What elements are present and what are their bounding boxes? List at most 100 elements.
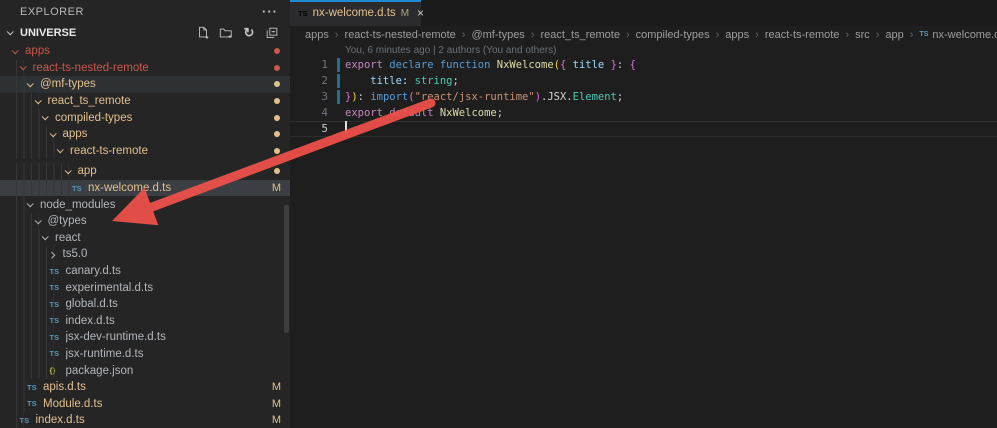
code-line-1[interactable]: 1export declare function NxWelcome({ tit… bbox=[290, 57, 997, 73]
code-line-2[interactable]: 2 title: string; bbox=[290, 73, 997, 89]
typescript-file-icon: TS bbox=[20, 416, 36, 425]
breadcrumb-separator: › bbox=[845, 29, 849, 41]
tab-nx-welcome[interactable]: TS nx-welcome.d.ts M × bbox=[290, 0, 421, 26]
tree-item-nx-welcome.d.ts[interactable]: TSnx-welcome.d.tsM bbox=[0, 180, 290, 197]
tree-item-canary.d.ts[interactable]: TScanary.d.ts bbox=[0, 263, 290, 280]
tab-bar: TS nx-welcome.d.ts M × bbox=[290, 0, 997, 26]
git-modified-dot bbox=[274, 148, 280, 154]
new-folder-icon[interactable] bbox=[218, 25, 234, 41]
tree-item-index.d.ts[interactable]: TSindex.d.ts bbox=[0, 313, 290, 330]
chevron-down-icon bbox=[27, 200, 34, 207]
breadcrumb-item-@mf-types[interactable]: @mf-types bbox=[471, 29, 524, 41]
chevron-down-icon bbox=[7, 28, 14, 35]
tree-item-label: index.d.ts bbox=[36, 414, 85, 426]
workspace-section-header[interactable]: UNIVERSE ↻ bbox=[0, 22, 290, 43]
chevron-down-icon bbox=[64, 167, 71, 174]
git-modified-dot bbox=[274, 98, 280, 104]
tree-item-react-ts-remote[interactable]: react-ts-remote bbox=[0, 143, 290, 160]
tree-item-label: apis.d.ts bbox=[43, 381, 86, 393]
chevron-down-icon bbox=[19, 64, 26, 71]
json-file-icon: {} bbox=[50, 366, 66, 375]
line-number: 4 bbox=[290, 105, 328, 121]
git-modified-dot bbox=[274, 115, 280, 121]
tree-item-global.d.ts[interactable]: TSglobal.d.ts bbox=[0, 296, 290, 313]
breadcrumb-item-compiled-types[interactable]: compiled-types bbox=[636, 29, 710, 41]
tree-item-@types[interactable]: @types bbox=[0, 213, 290, 230]
tree-item-label: react-ts-nested-remote bbox=[33, 62, 149, 74]
tree-item-react-ts-nested-remote[interactable]: react-ts-nested-remote bbox=[0, 60, 290, 77]
code-text: export default NxWelcome; bbox=[328, 105, 503, 121]
editor-panel: TS nx-welcome.d.ts M × apps › react-ts-nes… bbox=[290, 0, 997, 428]
breadcrumb-item-react_ts_remote[interactable]: react_ts_remote bbox=[540, 29, 619, 41]
tree-item-label: jsx-dev-runtime.d.ts bbox=[66, 331, 166, 343]
tree-item-label: app bbox=[78, 165, 97, 177]
tree-item-package.json[interactable]: {}package.json bbox=[0, 362, 290, 379]
tree-item-apps[interactable]: apps bbox=[0, 126, 290, 143]
tree-item-node_modules[interactable]: node_modules bbox=[0, 196, 290, 213]
git-modified-dot bbox=[274, 131, 280, 137]
tree-item-label: package.json bbox=[66, 365, 134, 377]
typescript-file-icon: TS bbox=[50, 300, 66, 309]
tree-item-index.d.ts[interactable]: TSindex.d.tsM bbox=[0, 412, 290, 428]
code-line-4[interactable]: 4export default NxWelcome; bbox=[290, 105, 997, 121]
tree-item-label: @mf-types bbox=[40, 78, 96, 90]
chevron-down-icon bbox=[49, 130, 56, 137]
tree-item-compiled-types[interactable]: compiled-types bbox=[0, 109, 290, 126]
breadcrumb-item-src[interactable]: src bbox=[855, 29, 870, 41]
breadcrumb-item-react-ts-remote[interactable]: react-ts-remote bbox=[765, 29, 840, 41]
git-modified-badge: M bbox=[272, 381, 281, 393]
breadcrumb-item-nx-welcome.d.ts[interactable]: nx-welcome.d.ts bbox=[932, 29, 997, 41]
tree-item-label: react_ts_remote bbox=[48, 95, 131, 107]
tree-item-Module.d.ts[interactable]: TSModule.d.tsM bbox=[0, 395, 290, 412]
text-cursor bbox=[345, 121, 347, 134]
code-lines: 1export declare function NxWelcome({ tit… bbox=[290, 57, 997, 137]
new-file-icon[interactable] bbox=[195, 25, 211, 41]
gutter-modified-indicator bbox=[337, 58, 340, 72]
code-line-3[interactable]: 3}): import("react/jsx-runtime").JSX.Ele… bbox=[290, 89, 997, 105]
tree-item-apis.d.ts[interactable]: TSapis.d.ts M bbox=[0, 379, 290, 396]
breadcrumb-item-apps[interactable]: apps bbox=[305, 29, 329, 41]
line-number: 3 bbox=[290, 89, 328, 105]
breadcrumb-separator: › bbox=[531, 29, 535, 41]
more-actions-icon[interactable]: ··· bbox=[262, 7, 278, 17]
breadcrumb-item-react-ts-nested-remote[interactable]: react-ts-nested-remote bbox=[345, 29, 456, 41]
tree-item-jsx-runtime.d.ts[interactable]: TSjsx-runtime.d.ts bbox=[0, 346, 290, 363]
collapse-all-icon[interactable] bbox=[264, 25, 280, 41]
tree-item-react[interactable]: react bbox=[0, 230, 290, 247]
explorer-header: EXPLORER ··· bbox=[0, 0, 290, 22]
tree-item-@mf-types[interactable]: @mf-types bbox=[0, 76, 290, 93]
chevron-down-icon bbox=[42, 234, 49, 241]
tab-title: nx-welcome.d.ts bbox=[313, 7, 396, 19]
sidebar-scrollbar-thumb[interactable] bbox=[284, 205, 289, 333]
breadcrumb: apps › react-ts-nested-remote › @mf-types › re… bbox=[290, 26, 997, 43]
tree-item-label: react-ts-remote bbox=[70, 145, 148, 157]
breadcrumb-item-app[interactable]: app bbox=[885, 29, 903, 41]
tree-item-label: react bbox=[55, 232, 81, 244]
tree-item-react_ts_remote[interactable]: react_ts_remote bbox=[0, 93, 290, 110]
breadcrumb-separator: › bbox=[335, 29, 339, 41]
typescript-file-icon: TS bbox=[27, 383, 43, 392]
code-text: title: string; bbox=[328, 73, 459, 89]
git-modified-dot bbox=[274, 48, 280, 54]
tree-item-apps[interactable]: apps bbox=[0, 43, 290, 60]
breadcrumb-item-apps[interactable]: apps bbox=[725, 29, 749, 41]
tree-item-ts5.0[interactable]: ts5.0 bbox=[0, 246, 290, 263]
tree-item-label: compiled-types bbox=[55, 112, 132, 124]
typescript-file-icon: TS bbox=[50, 333, 66, 342]
breadcrumb-separator: › bbox=[755, 29, 759, 41]
line-number: 5 bbox=[290, 121, 328, 137]
refresh-icon[interactable]: ↻ bbox=[241, 25, 257, 41]
breadcrumb-separator: › bbox=[626, 29, 630, 41]
tree-item-app[interactable]: app bbox=[0, 163, 290, 180]
chevron-down-icon bbox=[57, 147, 64, 154]
close-icon[interactable]: × bbox=[417, 7, 424, 19]
breadcrumb-separator: › bbox=[462, 29, 466, 41]
git-modified-badge: M bbox=[272, 182, 281, 194]
code-line-5[interactable]: 5 bbox=[290, 121, 997, 137]
tree-item-jsx-dev-runtime.d.ts[interactable]: TSjsx-dev-runtime.d.ts bbox=[0, 329, 290, 346]
chevron-down-icon bbox=[27, 80, 34, 87]
file-tree: apps react-ts-nested-remote @mf-types react… bbox=[0, 43, 290, 428]
tree-item-experimental.d.ts[interactable]: TSexperimental.d.ts bbox=[0, 279, 290, 296]
git-modified-badge: M bbox=[272, 398, 281, 410]
tree-item-label: canary.d.ts bbox=[66, 265, 121, 277]
